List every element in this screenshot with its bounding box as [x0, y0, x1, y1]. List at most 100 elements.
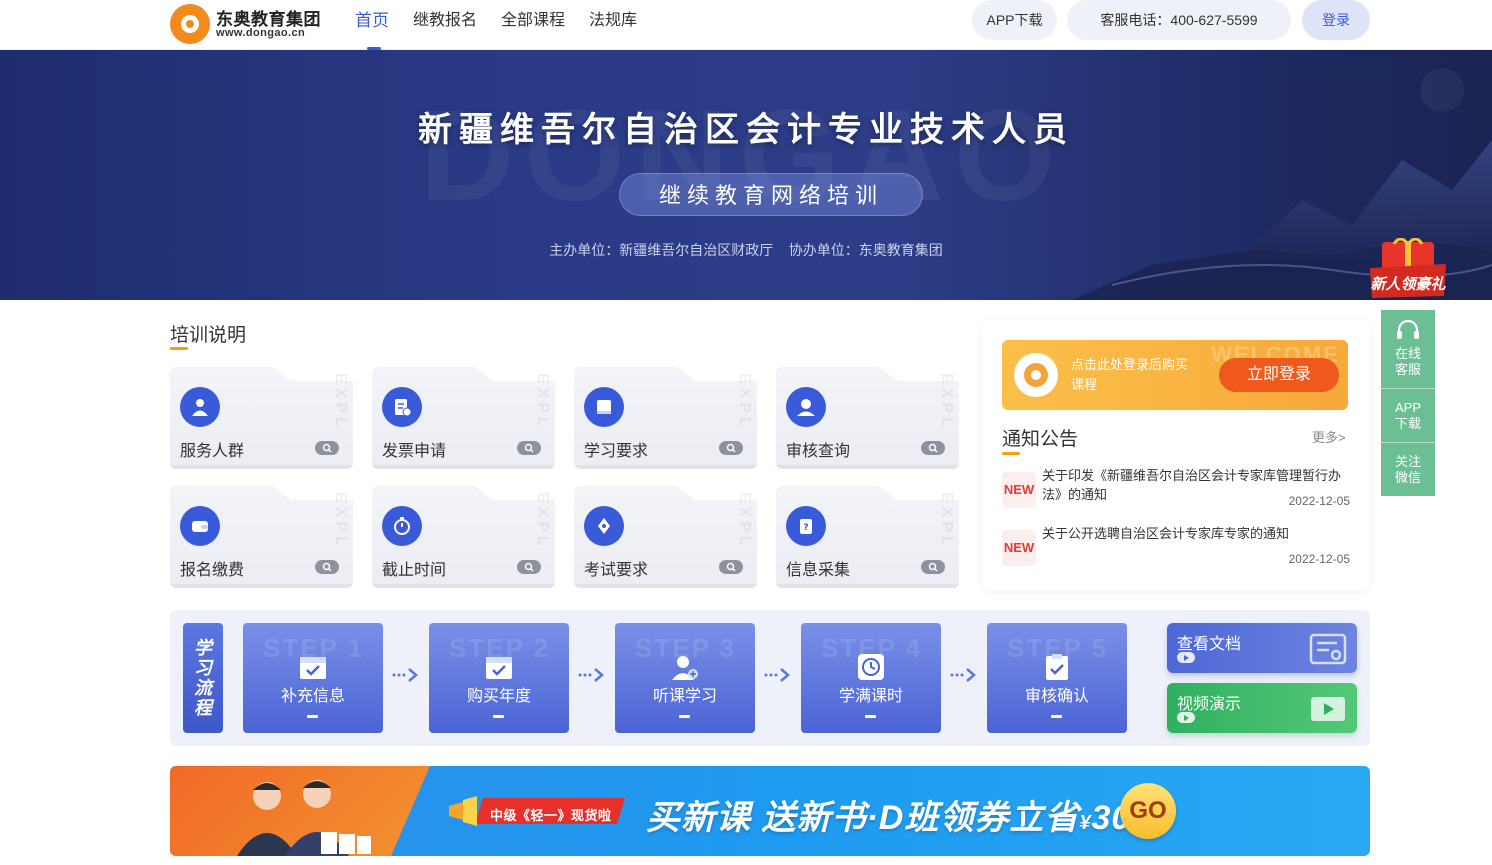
card-label: 报名缴费 — [180, 562, 245, 579]
follow-wechat-button[interactable]: 关注微信 — [1381, 454, 1435, 486]
promo-teachers-image — [237, 780, 371, 856]
invoice-icon — [382, 387, 422, 427]
card-label: 学习要求 — [584, 443, 649, 460]
promo-go-button[interactable]: GO — [1120, 783, 1176, 839]
new-badge: NEW — [1002, 530, 1036, 566]
step-label: 审核确认 — [1024, 688, 1089, 705]
notice-item[interactable]: NEW 关于公开选聘自治区会计专家库专家的通知 2022-12-05 — [1002, 524, 1350, 574]
banner-title: 新疆维吾尔自治区会计专业技术人员 — [418, 111, 1074, 149]
login-button[interactable]: 登录 — [1302, 0, 1370, 40]
clipboard-icon: ? — [786, 506, 826, 546]
avatar — [1014, 353, 1058, 397]
promo-banner[interactable]: 中级《轻一》现货啦 买新课 送新书·D班领券立省¥300 GO — [170, 766, 1370, 856]
nav-all-courses[interactable]: 全部课程 — [501, 0, 565, 50]
video-demo-label: 视频演示 — [1177, 696, 1242, 713]
nav-enroll[interactable]: 继教报名 — [413, 0, 477, 50]
flow-label-text: 学习流程 — [194, 638, 212, 718]
notice-text: 关于公开选聘自治区会计专家库专家的通知 — [1042, 526, 1290, 541]
view-document-button[interactable]: 查看文档 — [1167, 623, 1357, 673]
search-icon — [315, 560, 339, 574]
timer-icon — [382, 506, 422, 546]
card-study-requirements[interactable]: EXPL 学习要求 — [574, 367, 757, 469]
card-exam-requirements[interactable]: EXPL 考试要求 — [574, 486, 757, 588]
card-label: 服务人群 — [180, 443, 245, 460]
flow-arrow-icon — [764, 668, 790, 682]
headset-icon — [1397, 319, 1419, 339]
promo-tag-text: 中级《轻一》现货啦 — [490, 808, 612, 823]
gift-badge-text: 新人领豪礼 — [1370, 275, 1446, 293]
logo-url: www.dongao.cn — [216, 27, 306, 39]
card-invoice[interactable]: EXPL 发票申请 — [372, 367, 555, 469]
card-label: 发票申请 — [382, 443, 447, 460]
play-icon — [1177, 652, 1195, 663]
notice-date: 2022-12-05 — [1288, 494, 1350, 508]
card-info-collection[interactable]: EXPL ? 信息采集 — [776, 486, 959, 588]
search-icon — [719, 441, 743, 455]
play-icon — [1177, 712, 1195, 723]
user-check-icon — [786, 387, 826, 427]
card-label: 审核查询 — [786, 443, 851, 460]
card-review-query[interactable]: EXPL 审核查询 — [776, 367, 959, 469]
step-label: 补充信息 — [280, 688, 345, 705]
search-icon — [921, 441, 945, 455]
search-icon — [517, 441, 541, 455]
card-label: 信息采集 — [786, 562, 851, 579]
float-item-label: 关注微信 — [1394, 454, 1421, 485]
step-4[interactable]: STEP 4 学满课时 — [801, 623, 941, 733]
gift-badge-icon[interactable]: 新人领豪礼 — [1368, 238, 1448, 300]
step-label: 购买年度 — [466, 688, 531, 705]
notice-item[interactable]: NEW 关于印发《新疆维吾尔自治区会计专家库管理暂行办法》的通知 2022-12… — [1002, 466, 1350, 516]
card-registration-payment[interactable]: EXPL 报名缴费 — [170, 486, 353, 588]
clipboard-check-icon — [1046, 654, 1068, 680]
calendar-icon — [300, 657, 326, 679]
new-badge: NEW — [1002, 472, 1036, 508]
login-prompt-text: 点击此处登录后购买课程 — [1071, 357, 1189, 392]
calendar-icon — [486, 657, 512, 679]
login-prompt-box[interactable]: WELCOME 点击此处登录后购买课程 立即登录 — [1002, 340, 1348, 410]
banner-subtitle: 继续教育网络培训 — [619, 173, 923, 216]
service-phone: 客服电话：400-627-5599 — [1067, 0, 1291, 40]
main-nav: 首页 继教报名 全部课程 法规库 — [355, 0, 661, 50]
search-icon — [719, 560, 743, 574]
login-now-button[interactable]: 立即登录 — [1219, 358, 1339, 392]
promo-headline: 买新课 送新书·D班领券立省¥300 — [646, 799, 1150, 837]
search-icon — [315, 441, 339, 455]
card-label: 截止时间 — [382, 562, 447, 579]
nav-regulations[interactable]: 法规库 — [589, 0, 637, 50]
dongao-logo[interactable]: 东奥教育集团 www.dongao.cn — [170, 2, 330, 44]
search-icon — [517, 560, 541, 574]
app-download-button[interactable]: APP下载 — [972, 0, 1057, 40]
book-icon — [584, 387, 624, 427]
notice-date: 2022-12-05 — [1288, 552, 1350, 566]
step-1[interactable]: STEP 1 补充信息 — [243, 623, 383, 733]
floating-sidebar: 在线客服 APP下载 关注微信 — [1381, 310, 1435, 496]
right-panel: WELCOME 点击此处登录后购买课程 立即登录 通知公告 更多> NEW 关于… — [982, 320, 1370, 590]
document-icon — [1309, 633, 1347, 665]
wallet-icon — [180, 506, 220, 546]
card-service-crowd[interactable]: EXPL 服务人群 — [170, 367, 353, 469]
section-underline — [170, 347, 188, 350]
float-item-label: APP下载 — [1394, 400, 1421, 431]
flow-arrow-icon — [392, 668, 418, 682]
online-service-button[interactable]: 在线客服 — [1381, 318, 1435, 378]
video-demo-button[interactable]: 视频演示 — [1167, 683, 1357, 733]
app-download-float-button[interactable]: APP下载 — [1381, 400, 1435, 432]
view-document-label: 查看文档 — [1177, 636, 1242, 653]
search-icon — [921, 560, 945, 574]
step-5[interactable]: STEP 5 审核确认 — [987, 623, 1127, 733]
user-add-icon — [672, 656, 698, 680]
card-deadline[interactable]: EXPL 截止时间 — [372, 486, 555, 588]
banner-organizers: 主办单位：新疆维吾尔自治区财政厅 协办单位：东奥教育集团 — [549, 242, 943, 258]
flow-label: 学习流程 — [183, 623, 223, 733]
step-label: 学满课时 — [838, 688, 903, 705]
top-header: 东奥教育集团 www.dongao.cn 首页 继教报名 全部课程 法规库 AP… — [0, 0, 1492, 50]
video-icon — [1311, 697, 1345, 721]
notice-title: 通知公告 — [1002, 429, 1079, 450]
training-section-title: 培训说明 — [170, 325, 247, 346]
card-label: 考试要求 — [584, 562, 649, 579]
step-3[interactable]: STEP 3 听课学习 — [615, 623, 755, 733]
notice-more-link[interactable]: 更多> — [1312, 427, 1346, 446]
step-2[interactable]: STEP 2 购买年度 — [429, 623, 569, 733]
nav-home[interactable]: 首页 — [355, 0, 389, 50]
svg-text:?: ? — [803, 523, 808, 533]
